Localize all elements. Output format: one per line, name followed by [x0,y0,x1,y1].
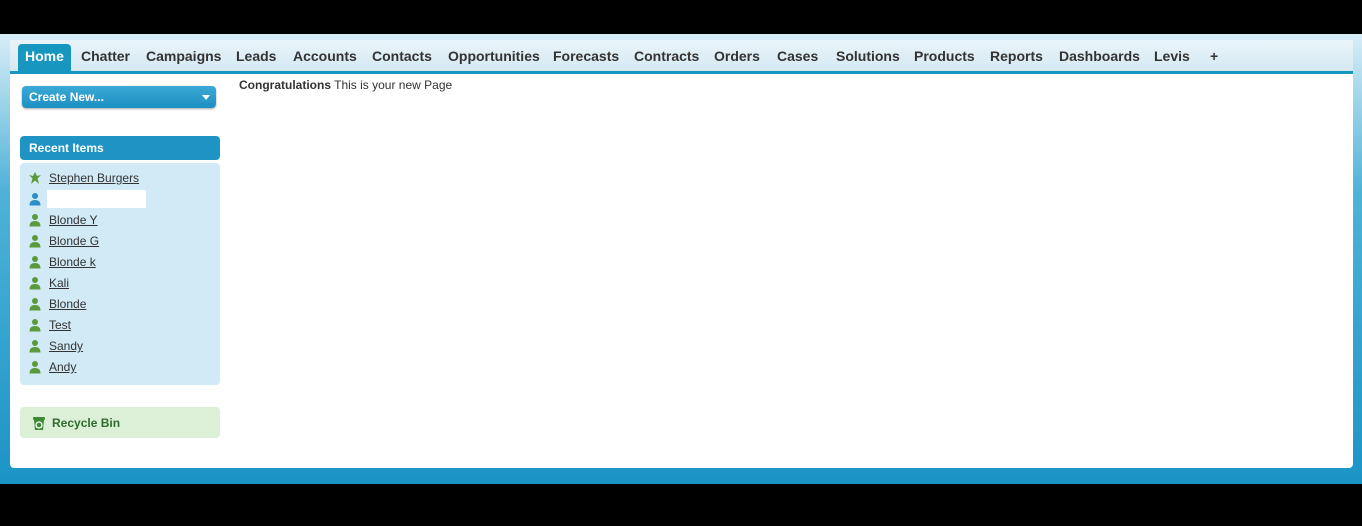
recent-item-link[interactable]: Test [49,316,71,334]
tab-home[interactable]: Home [18,44,71,71]
contact-icon [29,298,41,311]
recycle-bin-label: Recycle Bin [52,416,121,430]
contact-icon [29,277,41,290]
recent-item-link[interactable]: Blonde Y [49,211,98,229]
recent-items-title: Recent Items [29,141,104,155]
tab-forecasts[interactable]: Forecasts [553,44,619,70]
recent-item-link[interactable]: Andy [49,358,76,376]
user-icon [29,193,41,206]
contact-icon [29,235,41,248]
recent-item-blank[interactable] [47,190,146,208]
contact-icon [29,340,41,353]
recent-item-link[interactable]: Blonde k [49,253,96,271]
tab-products[interactable]: Products [914,44,975,70]
recent-item-link[interactable]: Sandy [49,337,83,355]
recent-item-link[interactable]: Kali [49,274,69,292]
tab-reports[interactable]: Reports [990,44,1043,70]
create-new-button[interactable]: Create New... [22,86,216,108]
page-message: Congratulations This is your new Page [239,78,452,92]
tab-accounts[interactable]: Accounts [293,44,357,70]
plus-icon[interactable]: + [1210,44,1218,70]
message-text: This is your new Page [334,78,453,92]
tab-orders[interactable]: Orders [714,44,760,70]
message-bold: Congratulations [239,78,331,92]
recycle-bin-icon [33,417,45,430]
recent-item-link[interactable]: Blonde G [49,232,99,250]
contact-icon [29,361,41,374]
recent-item-link[interactable]: Blonde [49,295,86,313]
chevron-down-icon [202,95,210,100]
tab-leads[interactable]: Leads [236,44,276,70]
recent-item-link[interactable]: Stephen Burgers [49,169,139,187]
main-content: Create New... Recent Items Stephen Burge… [10,74,1353,468]
create-new-label: Create New... [29,90,104,104]
tab-chatter[interactable]: Chatter [81,44,130,70]
tab-cases[interactable]: Cases [777,44,818,70]
recycle-bin-link[interactable]: Recycle Bin [20,407,220,438]
tab-opportunities[interactable]: Opportunities [448,44,540,70]
tab-campaigns[interactable]: Campaigns [146,44,221,70]
recent-items-header: Recent Items [20,136,220,160]
contact-icon [29,256,41,269]
tab-bar: Home Chatter Campaigns Leads Accounts Co… [10,40,1353,74]
tab-levis[interactable]: Levis [1154,44,1190,70]
contact-icon [29,214,41,227]
contact-icon [29,319,41,332]
lead-icon [29,172,41,184]
recent-items-list: Stephen Burgers Blonde Y Blonde G Blonde… [20,163,220,385]
tab-contacts[interactable]: Contacts [372,44,432,70]
tab-solutions[interactable]: Solutions [836,44,900,70]
tab-contracts[interactable]: Contracts [634,44,699,70]
tab-dashboards[interactable]: Dashboards [1059,44,1140,70]
